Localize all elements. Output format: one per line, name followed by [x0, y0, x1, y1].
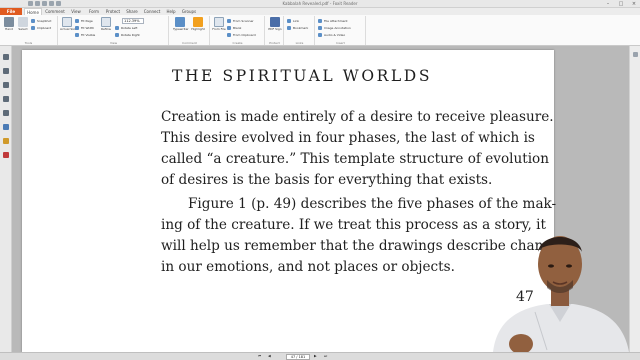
presenter-video	[491, 222, 629, 352]
page-thumbnails-icon[interactable]	[3, 54, 9, 60]
from-file-button[interactable]: From File	[212, 17, 226, 31]
highlight-icon	[193, 17, 203, 27]
ribbon-group-insert: File Attachment Image Annotation Audio &…	[316, 16, 366, 45]
security-icon[interactable]	[3, 138, 9, 144]
bookmarks-icon[interactable]	[3, 68, 9, 74]
tab-view[interactable]: View	[68, 8, 84, 15]
bookmark-button[interactable]: Bookmark	[287, 25, 308, 31]
panel-toggle-icon[interactable]	[633, 52, 638, 57]
status-bar: ⏮ ◀ 47 / 181 ▶ ⏭	[0, 352, 640, 360]
paragraph-line: Creation is made entirely of a desire to…	[161, 109, 554, 125]
paragraph-line: This desire evolved in four phases, the …	[161, 130, 535, 146]
first-page-icon[interactable]: ⏮	[258, 354, 261, 359]
cursor-icon	[18, 17, 28, 27]
next-page-icon[interactable]: ▶	[314, 354, 317, 359]
ribbon-group-create: From File From Scanner Blank From Clipbo…	[211, 16, 265, 45]
signature-icon[interactable]	[3, 152, 9, 158]
reflow-icon	[101, 17, 111, 27]
prev-page-icon[interactable]: ◀	[268, 354, 271, 359]
navigation-sidebar	[0, 46, 12, 352]
blank-button[interactable]: Blank	[227, 25, 241, 31]
ribbon-group-comment: Typewriter Highlight Comment	[170, 16, 210, 45]
attachments-icon[interactable]	[3, 110, 9, 116]
typewriter-button[interactable]: Typewriter	[173, 17, 189, 31]
page-heading: THE SPIRITUAL WORLDS	[172, 67, 433, 85]
page-number-input[interactable]: 47 / 181	[286, 354, 310, 360]
maximize-icon[interactable]: □	[615, 0, 627, 8]
select-tool-button[interactable]: Select	[16, 17, 30, 31]
window-title: Kabbalah Revealed.pdf - Foxit Reader	[282, 1, 358, 6]
tab-protect[interactable]: Protect	[104, 8, 122, 15]
fit-width-button[interactable]: Fit Width	[75, 25, 94, 31]
pdf-sign-button[interactable]: PDF Sign	[268, 17, 282, 31]
rotate-left-button[interactable]: Rotate Left	[115, 25, 137, 31]
right-panel	[629, 46, 640, 352]
rotate-right-button[interactable]: Rotate Right	[115, 32, 140, 38]
tab-form[interactable]: Form	[86, 8, 102, 15]
highlight-button[interactable]: Highlight	[191, 17, 205, 31]
file-tab[interactable]: File	[0, 8, 22, 15]
paragraph-line: will help us remember that the drawings …	[161, 238, 568, 254]
tab-home[interactable]: Home	[24, 8, 42, 15]
ribbon-group-view: Actual Size Fit Page Fit Width Fit Visib…	[59, 16, 169, 45]
close-icon[interactable]: ×	[628, 0, 640, 8]
ribbon-group-links: Link Bookmark Links	[285, 16, 315, 45]
pdf-page: THE SPIRITUAL WORLDS Creation is made en…	[22, 50, 568, 352]
fit-visible-button[interactable]: Fit Visible	[75, 32, 95, 38]
pdf-file-icon	[214, 17, 224, 27]
last-page-icon[interactable]: ⏭	[324, 354, 327, 359]
document-canvas[interactable]: THE SPIRITUAL WORLDS Creation is made en…	[12, 46, 629, 352]
from-clipboard-button[interactable]: From Clipboard	[227, 32, 256, 38]
paragraph-line: ing of the creature. If we treat this pr…	[161, 217, 546, 233]
link-icon[interactable]	[3, 124, 9, 130]
clipboard-button[interactable]: Clipboard	[31, 25, 51, 31]
hand-icon	[4, 17, 14, 27]
actual-size-button[interactable]: Actual Size	[60, 17, 77, 31]
tab-help[interactable]: Help	[164, 8, 178, 15]
paragraph-line: called “a creature.” This template struc…	[161, 151, 549, 167]
pen-icon	[270, 17, 280, 27]
snapshot-button[interactable]: SnapShot	[31, 18, 51, 24]
tab-groups[interactable]: Groups	[180, 8, 198, 15]
tab-connect[interactable]: Connect	[142, 8, 162, 15]
ribbon-group-protect: PDF Sign Protect	[266, 16, 284, 45]
page-icon	[62, 17, 72, 27]
typewriter-icon	[175, 17, 185, 27]
reflow-button[interactable]: Reflow	[99, 17, 113, 31]
minimize-icon[interactable]: –	[602, 0, 614, 8]
paragraph-line: in our emotions, and not places or objec…	[161, 259, 455, 275]
title-bar: Kabbalah Revealed.pdf - Foxit Reader – □…	[0, 0, 640, 8]
from-scanner-button[interactable]: From Scanner	[227, 18, 254, 24]
tab-share[interactable]: Share	[124, 8, 140, 15]
paragraph-line: Figure 1 (p. 49) describes the five phas…	[188, 196, 557, 212]
ribbon-group-tools: Hand Select SnapShot Clipboard Tools	[0, 16, 58, 45]
paragraph-line: of desires is the basis for everything t…	[161, 172, 493, 188]
zoom-input[interactable]: 112.39%	[122, 18, 144, 24]
menu-bar: Home Comment View Form Protect Share Con…	[0, 8, 640, 15]
audio-video-button[interactable]: Audio & Video	[318, 32, 345, 38]
layers-icon[interactable]	[3, 82, 9, 88]
link-button[interactable]: Link	[287, 18, 299, 24]
comments-icon[interactable]	[3, 96, 9, 102]
fit-page-button[interactable]: Fit Page	[75, 18, 93, 24]
ribbon: Hand Select SnapShot Clipboard Tools Act…	[0, 15, 640, 46]
hand-tool-button[interactable]: Hand	[2, 17, 16, 31]
file-attachment-button[interactable]: File Attachment	[318, 18, 348, 24]
presenter-figure	[493, 236, 629, 352]
tab-comment[interactable]: Comment	[45, 8, 65, 15]
image-annotation-button[interactable]: Image Annotation	[318, 25, 351, 31]
